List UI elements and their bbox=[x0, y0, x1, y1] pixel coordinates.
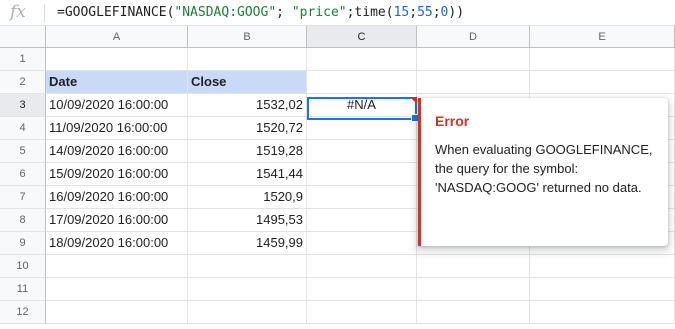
cell-a2[interactable]: Date bbox=[46, 71, 188, 94]
column-header-b[interactable]: B bbox=[188, 26, 307, 48]
row-header-2[interactable]: 2 bbox=[0, 71, 46, 94]
cell-a3[interactable]: 10/09/2020 16:00:00 bbox=[46, 94, 188, 117]
cell-c1[interactable] bbox=[307, 48, 417, 71]
formula-token: =GOOGLEFINANCE( bbox=[57, 5, 175, 20]
formula-token: 55 bbox=[417, 5, 433, 20]
cell-b7[interactable]: 1520,9 bbox=[188, 186, 307, 209]
row-header-9[interactable]: 9 bbox=[0, 232, 46, 255]
cell-d10[interactable] bbox=[417, 255, 530, 278]
formula-token: "price" bbox=[291, 5, 347, 20]
cell-b4[interactable]: 1520,72 bbox=[188, 117, 307, 140]
formula-input[interactable]: =GOOGLEFINANCE("NASDAQ:GOOG"; "price";ti… bbox=[57, 0, 464, 26]
cell-d2[interactable] bbox=[417, 71, 530, 94]
cell-c7[interactable] bbox=[307, 186, 417, 209]
cell-a4[interactable]: 11/09/2020 16:00:00 bbox=[46, 117, 188, 140]
cell-b2[interactable]: Close bbox=[188, 71, 307, 94]
cell-b5[interactable]: 1519,28 bbox=[188, 140, 307, 163]
error-message: When evaluating GOOGLEFINANCE, the query… bbox=[435, 142, 653, 195]
cell-c5[interactable] bbox=[307, 140, 417, 163]
cell-a5[interactable]: 14/09/2020 16:00:00 bbox=[46, 140, 188, 163]
cell-d12[interactable] bbox=[417, 301, 530, 324]
cell-b11[interactable] bbox=[188, 278, 307, 301]
select-all-corner[interactable] bbox=[0, 26, 46, 48]
cell-c2[interactable] bbox=[307, 71, 417, 94]
row-header-5[interactable]: 5 bbox=[0, 140, 46, 163]
cell-b3[interactable]: 1532,02 bbox=[188, 94, 307, 117]
cell-e10[interactable] bbox=[530, 255, 675, 278]
cell-a6[interactable]: 15/09/2020 16:00:00 bbox=[46, 163, 188, 186]
cell-c6[interactable] bbox=[307, 163, 417, 186]
cell-a12[interactable] bbox=[46, 301, 188, 324]
cell-b9[interactable]: 1459,99 bbox=[188, 232, 307, 255]
cell-b8[interactable]: 1495,53 bbox=[188, 209, 307, 232]
cell-d1[interactable] bbox=[417, 48, 530, 71]
formula-token: )) bbox=[448, 5, 465, 20]
cell-a1[interactable] bbox=[46, 48, 188, 71]
formula-token: 15 bbox=[393, 5, 410, 20]
column-header-d[interactable]: D bbox=[417, 26, 530, 48]
row-header-6[interactable]: 6 bbox=[0, 163, 46, 186]
column-header-e[interactable]: E bbox=[530, 26, 675, 48]
cell-c11[interactable] bbox=[307, 278, 417, 301]
cell-c4[interactable] bbox=[307, 117, 417, 140]
cell-e2[interactable] bbox=[530, 71, 675, 94]
row-header-8[interactable]: 8 bbox=[0, 209, 46, 232]
formula-token: ; bbox=[432, 5, 441, 20]
error-title: Error bbox=[435, 113, 470, 129]
cell-c10[interactable] bbox=[307, 255, 417, 278]
cell-e1[interactable] bbox=[530, 48, 675, 71]
cell-b10[interactable] bbox=[188, 255, 307, 278]
row-header-4[interactable]: 4 bbox=[0, 117, 46, 140]
cell-b12[interactable] bbox=[188, 301, 307, 324]
row-header-12[interactable]: 12 bbox=[0, 301, 46, 324]
formula-token: ; bbox=[409, 5, 418, 20]
row-header-7[interactable]: 7 bbox=[0, 186, 46, 209]
formula-token: "NASDAQ:GOOG" bbox=[174, 5, 277, 20]
formula-bar[interactable]: fx =GOOGLEFINANCE("NASDAQ:GOOG"; "price"… bbox=[0, 0, 675, 26]
cell-a8[interactable]: 17/09/2020 16:00:00 bbox=[46, 209, 188, 232]
row-header-11[interactable]: 11 bbox=[0, 278, 46, 301]
row-header-10[interactable]: 10 bbox=[0, 255, 46, 278]
cell-c12[interactable] bbox=[307, 301, 417, 324]
row-header-3[interactable]: 3 bbox=[0, 94, 46, 117]
formula-token: ; bbox=[276, 5, 292, 20]
cell-c3[interactable]: #N/A bbox=[307, 94, 417, 117]
cell-b6[interactable]: 1541,44 bbox=[188, 163, 307, 186]
error-indicator-icon[interactable] bbox=[410, 97, 417, 104]
fx-icon: fx bbox=[10, 2, 26, 22]
cell-a9[interactable]: 18/09/2020 16:00:00 bbox=[46, 232, 188, 255]
cell-e11[interactable] bbox=[530, 278, 675, 301]
row-header-1[interactable]: 1 bbox=[0, 48, 46, 71]
cell-a10[interactable] bbox=[46, 255, 188, 278]
cell-c9[interactable] bbox=[307, 232, 417, 255]
formula-token: ;time( bbox=[346, 5, 394, 20]
column-header-a[interactable]: A bbox=[46, 26, 188, 48]
error-popup: Error When evaluating GOOGLEFINANCE, the… bbox=[418, 98, 668, 246]
formula-bar-divider bbox=[44, 4, 45, 22]
cell-a7[interactable]: 16/09/2020 16:00:00 bbox=[46, 186, 188, 209]
cell-b1[interactable] bbox=[188, 48, 307, 71]
cell-e12[interactable] bbox=[530, 301, 675, 324]
cell-c8[interactable] bbox=[307, 209, 417, 232]
cell-d11[interactable] bbox=[417, 278, 530, 301]
column-header-c[interactable]: C bbox=[307, 26, 417, 48]
cell-a11[interactable] bbox=[46, 278, 188, 301]
